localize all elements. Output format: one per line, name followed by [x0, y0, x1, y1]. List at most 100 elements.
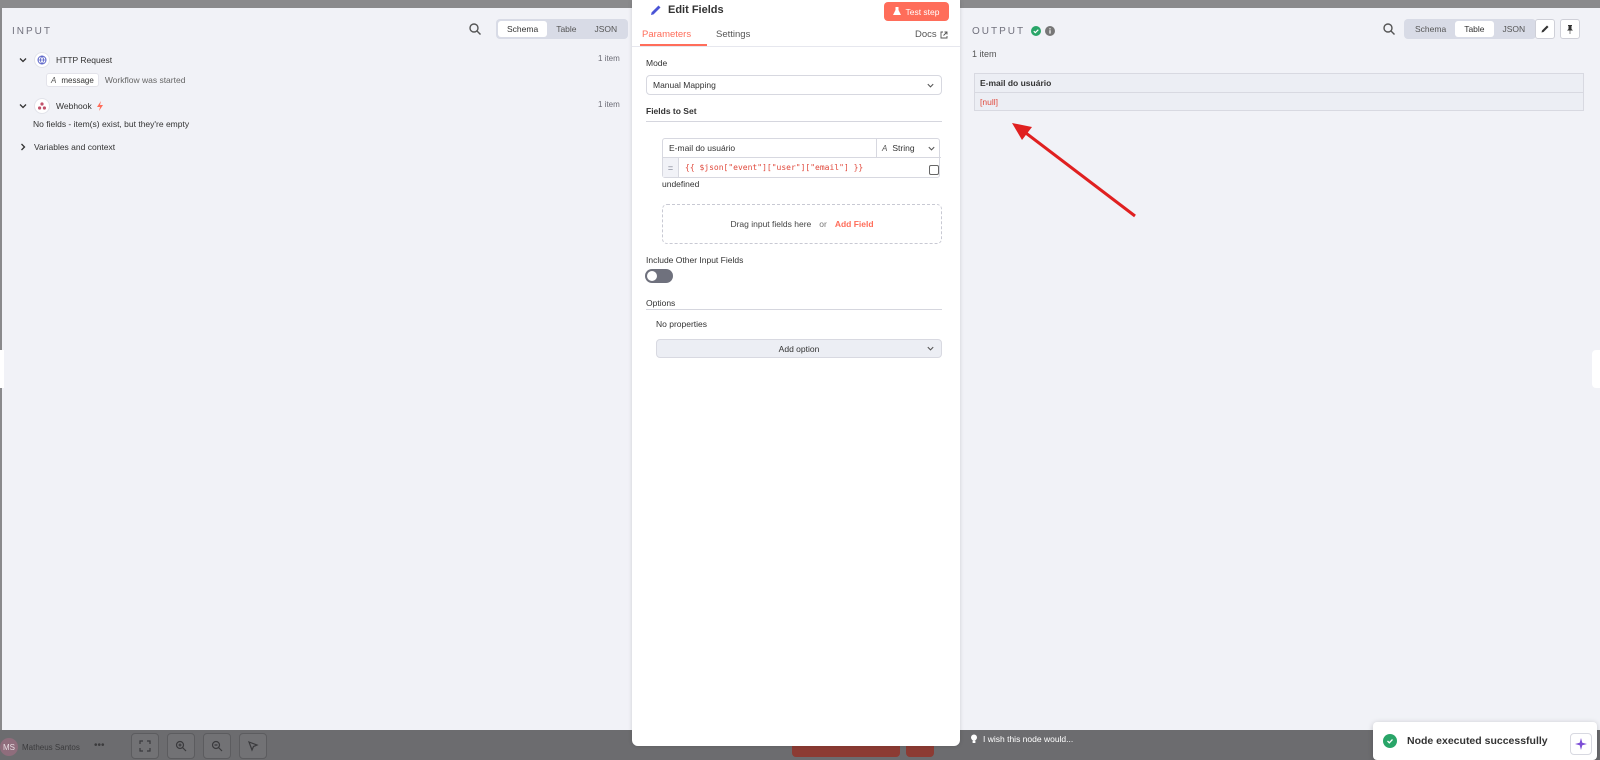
output-item-count: 1 item: [972, 49, 997, 59]
feedback-link[interactable]: I wish this node would...: [970, 734, 1073, 744]
variables-label: Variables and context: [34, 142, 116, 152]
tree-node-webhook[interactable]: Webhook: [18, 98, 104, 114]
chevron-down-icon: [928, 146, 935, 151]
string-type-icon: A: [882, 143, 888, 153]
variables-context-toggle[interactable]: Variables and context: [18, 142, 115, 152]
docs-label: Docs: [915, 29, 937, 40]
cursor-icon: [247, 740, 259, 752]
zoom-out-icon: [211, 740, 223, 752]
sparkle-icon: [1575, 738, 1587, 750]
mode-select[interactable]: Manual Mapping: [646, 75, 942, 95]
lightning-icon: [96, 101, 103, 111]
annotation-arrow: [1012, 123, 1136, 218]
zoom-out-button[interactable]: [203, 733, 231, 759]
section-divider: [646, 309, 942, 310]
toast-message: Node executed successfully: [1407, 735, 1548, 747]
string-type-icon: A: [51, 75, 57, 85]
add-option-label: Add option: [778, 343, 820, 354]
docs-link[interactable]: Docs: [915, 29, 948, 40]
search-icon[interactable]: [1382, 22, 1396, 36]
input-tab-table[interactable]: Table: [547, 21, 585, 37]
add-field-button[interactable]: Add Field: [835, 219, 874, 229]
globe-icon: [34, 52, 50, 68]
output-tab-table[interactable]: Table: [1455, 21, 1494, 37]
test-step-button[interactable]: Test step: [884, 2, 949, 21]
pin-icon: [1567, 25, 1573, 34]
pencil-icon: [1541, 25, 1549, 33]
lightbulb-icon: [971, 734, 977, 743]
add-option-button[interactable]: Add option: [656, 339, 942, 358]
fields-to-set-label: Fields to Set: [646, 106, 697, 116]
ai-assistant-button[interactable]: [1570, 733, 1592, 755]
no-properties-text: No properties: [656, 319, 708, 329]
section-divider: [646, 121, 942, 122]
success-check-icon: [1031, 26, 1042, 36]
chevron-down-icon: [927, 83, 934, 88]
tidy-up-button[interactable]: [239, 733, 267, 759]
zoom-to-fit-button[interactable]: [131, 733, 159, 759]
field-name-input[interactable]: E-mail do usuário: [663, 139, 877, 158]
success-toast: Node executed successfully: [1373, 722, 1597, 760]
pencil-icon: [651, 5, 661, 15]
fit-icon: [139, 740, 151, 752]
field-key-pill[interactable]: A message: [46, 73, 99, 87]
empty-fields-note: No fields - item(s) exist, but they're e…: [33, 119, 189, 129]
zoom-in-icon: [175, 740, 187, 752]
node-title[interactable]: Edit Fields: [650, 4, 724, 16]
output-tab-json[interactable]: JSON: [1494, 21, 1535, 37]
user-name: Matheus Santos: [22, 743, 80, 752]
tree-node-http-request[interactable]: HTTP Request: [18, 52, 112, 68]
field-drop-zone[interactable]: Drag input fields here or Add Field: [662, 204, 942, 244]
mode-value: Manual Mapping: [653, 80, 716, 90]
right-edge-handle[interactable]: [1592, 350, 1600, 388]
drop-hint: Drag input fields here: [730, 219, 812, 229]
edit-output-button[interactable]: [1535, 19, 1555, 39]
tab-settings[interactable]: Settings: [716, 29, 750, 40]
flask-icon: [893, 7, 902, 15]
tab-parameters[interactable]: Parameters: [642, 29, 691, 40]
pin-data-button[interactable]: [1560, 19, 1580, 39]
input-view-switch: Schema Table JSON: [496, 19, 629, 39]
node-name: HTTP Request: [56, 55, 113, 65]
output-tab-schema[interactable]: Schema: [1406, 21, 1455, 37]
input-tab-schema[interactable]: Schema: [498, 21, 548, 37]
output-panel-header: OUTPUT: [972, 20, 1056, 42]
include-other-fields-toggle[interactable]: [645, 269, 673, 283]
field-value: Workflow was started: [104, 75, 186, 85]
zoom-in-button[interactable]: [167, 733, 195, 759]
canvas-top-strip: [119, 0, 632, 8]
table-cell[interactable]: [null]: [975, 93, 1583, 111]
expression-result: undefined: [662, 179, 700, 189]
feedback-text: I wish this node would...: [983, 734, 1074, 744]
search-icon[interactable]: [468, 22, 482, 36]
field-assignment: E-mail do usuário A String = {{ $json["e…: [662, 138, 941, 178]
mode-label: Mode: [646, 58, 668, 68]
test-step-label: Test step: [905, 6, 940, 17]
node-name: Webhook: [56, 101, 92, 111]
chevron-right-icon: [21, 143, 26, 151]
input-tab-json[interactable]: JSON: [586, 21, 627, 37]
avatar[interactable]: MS: [0, 738, 18, 756]
external-link-icon: [940, 31, 948, 38]
chevron-down-icon: [19, 58, 27, 63]
table-header-cell: E-mail do usuário: [975, 74, 1583, 93]
schema-field-row: A message Workflow was started: [46, 73, 185, 87]
left-edge-handle[interactable]: [0, 350, 4, 388]
info-icon[interactable]: [1045, 26, 1056, 36]
user-menu-button[interactable]: •••: [94, 740, 105, 751]
expression-editor[interactable]: {{ $json["event"]["user"]["email"] }}: [685, 159, 863, 176]
item-count: 1 item: [598, 100, 620, 109]
options-label: Options: [646, 298, 676, 308]
tabs-divider: [632, 46, 960, 47]
parameters-panel: Edit Fields Test step Parameters Setting…: [632, 0, 960, 746]
success-check-icon: [1383, 734, 1397, 748]
webhook-icon: [34, 98, 50, 114]
field-type-select[interactable]: A String: [877, 139, 941, 158]
output-view-switch: Schema Table JSON: [1404, 19, 1537, 39]
expand-editor-icon[interactable]: [929, 165, 939, 175]
input-title: INPUT: [12, 25, 52, 37]
expression-indicator: =: [663, 158, 679, 177]
empty-fields-text: No fields - item(s) exist, but they're e…: [33, 119, 190, 129]
node-title-text: Edit Fields: [668, 4, 724, 16]
input-panel-header: INPUT: [12, 20, 52, 42]
